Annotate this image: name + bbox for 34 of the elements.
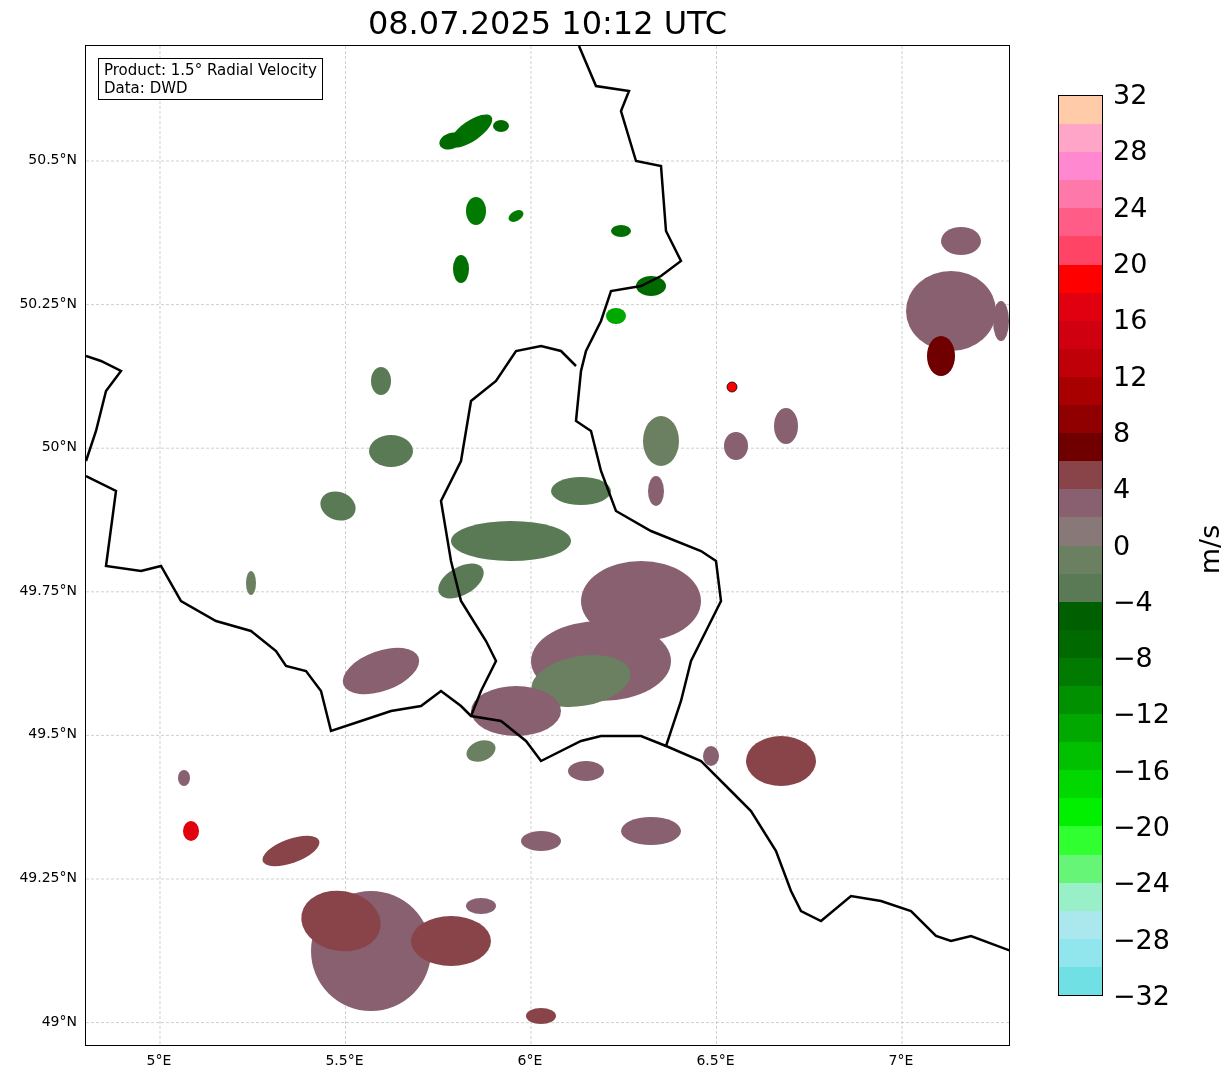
colorbar-tick-label: −16 xyxy=(1113,755,1170,786)
colorbar-tick-label: −28 xyxy=(1113,924,1170,955)
latitude-tick-label: 49.25°N xyxy=(19,869,77,885)
longitude-tick-label: 5.5°E xyxy=(325,1052,364,1068)
colorbar-tick-label: 28 xyxy=(1113,136,1148,167)
colorbar-tick-label: 0 xyxy=(1113,530,1131,561)
colorbar-tick-label: −4 xyxy=(1113,586,1153,617)
longitude-tick-label: 5°E xyxy=(146,1052,172,1068)
colorbar-tick-label: −12 xyxy=(1113,699,1170,730)
colorbar-tick-label: 24 xyxy=(1113,192,1148,223)
latitude-tick-label: 49.75°N xyxy=(19,581,77,598)
colorbar-tick-label: 12 xyxy=(1113,361,1148,392)
latitude-tick-label: 50.5°N xyxy=(28,151,77,167)
info-text: Product: 1.5° Radial Velocity xyxy=(104,61,317,79)
longitude-tick-label: 6°E xyxy=(517,1052,543,1068)
latitude-tick-label: 49°N xyxy=(41,1012,77,1029)
info-text: Data: DWD xyxy=(104,79,189,97)
colorbar-tick-label: −8 xyxy=(1113,643,1153,674)
colorbar-tick-label: −32 xyxy=(1113,981,1170,1011)
colorbar-label: m/s xyxy=(1194,524,1225,575)
latitude-tick-label: 49.5°N xyxy=(28,725,77,742)
colorbar-tick-label: 16 xyxy=(1113,305,1148,336)
colorbar-tick-label: 8 xyxy=(1113,417,1131,448)
colorbar-tick-label: −20 xyxy=(1113,812,1170,843)
radar-site-marker xyxy=(726,381,738,393)
latitude-tick-label: 50°N xyxy=(41,438,77,455)
chart-title: 08.07.2025 10:12 UTC xyxy=(366,2,729,44)
longitude-tick-label: 6.5°E xyxy=(696,1052,735,1068)
colorbar-tick-label: 20 xyxy=(1113,248,1148,279)
colorbar-tick-label: −24 xyxy=(1113,868,1170,899)
colorbar-tick-label: 32 xyxy=(1113,80,1148,110)
colorbar-tick-label: 4 xyxy=(1113,474,1131,505)
latitude-tick-label: 50.25°N xyxy=(19,294,77,311)
longitude-tick-label: 7°E xyxy=(888,1052,914,1068)
